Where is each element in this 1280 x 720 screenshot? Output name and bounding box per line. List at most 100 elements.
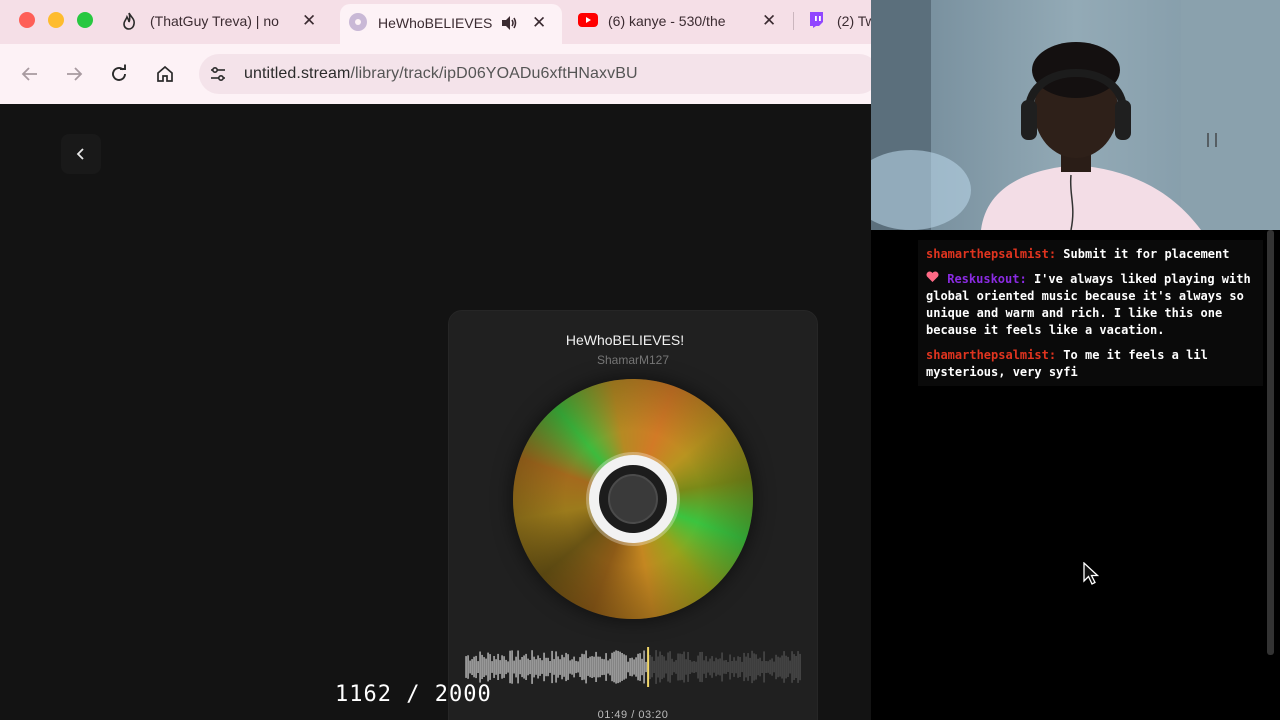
waveform-bar	[577, 661, 579, 673]
back-button[interactable]	[61, 134, 101, 174]
waveform-bar	[799, 653, 801, 681]
waveform-bar	[543, 652, 545, 682]
home-icon[interactable]	[154, 63, 176, 85]
waveform-bar	[673, 661, 675, 673]
chat-username: shamarthepsalmist	[926, 348, 1049, 362]
site-settings-icon[interactable]	[208, 64, 228, 89]
close-icon[interactable]: ✕	[532, 13, 546, 33]
waveform-bar	[733, 657, 735, 677]
waveform-bar	[777, 656, 779, 678]
url-host: untitled.stream	[244, 65, 351, 82]
tab-title: (2) Tw	[837, 13, 871, 29]
waveform-bar	[565, 652, 567, 682]
waveform-bar	[509, 650, 511, 684]
disc-hub	[589, 455, 677, 543]
reload-icon[interactable]	[108, 63, 130, 85]
close-icon[interactable]: ✕	[762, 11, 776, 31]
waveform-bar	[655, 650, 657, 684]
page-content: HeWhoBELIEVES! ShamarM127 01:49 / 03:20	[0, 104, 871, 720]
minimize-window-button[interactable]	[48, 12, 64, 28]
tab-youtube-kanye[interactable]: (6) kanye - 530/the ✕	[570, 4, 790, 38]
waveform-bar	[503, 656, 505, 678]
waveform-bar	[589, 656, 591, 678]
waveform-bar	[477, 661, 479, 673]
waveform-bar	[593, 656, 595, 678]
chat-username: shamarthepsalmist	[926, 247, 1049, 261]
waveform-bar	[757, 658, 759, 676]
waveform-bar	[579, 657, 581, 677]
waveform-bar	[727, 662, 729, 672]
waveform-scrubber[interactable]	[465, 647, 801, 687]
waveform-bar	[527, 658, 529, 676]
waveform-bar	[701, 651, 703, 683]
waveform-bar	[723, 660, 725, 674]
chat-scrollbar[interactable]	[1267, 230, 1274, 655]
waveform-bar	[681, 654, 683, 680]
fire-icon	[121, 12, 137, 33]
waveform-bar	[735, 660, 737, 674]
tab-title: (ThatGuy Treva) | no	[150, 13, 279, 29]
waveform-bar	[625, 655, 627, 679]
waveform-bar	[559, 659, 561, 675]
waveform-bar	[631, 657, 633, 677]
waveform-bar	[581, 653, 583, 681]
waveform-bar	[567, 654, 569, 680]
waveform-bar	[753, 653, 755, 681]
forward-arrow-icon[interactable]	[63, 63, 85, 85]
maximize-window-button[interactable]	[77, 12, 93, 28]
waveform-bar	[465, 656, 467, 678]
close-window-button[interactable]	[19, 12, 35, 28]
waveform-bar	[659, 651, 661, 683]
waveform-bar	[781, 655, 783, 679]
waveform-bar	[707, 661, 709, 673]
url-text: untitled.stream/library/track/ipD06YOADu…	[244, 65, 638, 83]
waveform-bar	[475, 655, 477, 679]
waveform-bar	[547, 657, 549, 677]
waveform-bar	[623, 654, 625, 680]
playhead[interactable]	[647, 647, 650, 687]
address-bar[interactable]: untitled.stream/library/track/ipD06YOADu…	[199, 54, 871, 94]
waveform-bar	[797, 651, 799, 683]
chevron-left-icon	[74, 147, 88, 166]
waveform-bar	[513, 660, 515, 674]
waveform-bar	[619, 651, 621, 683]
waveform-bar	[761, 661, 763, 673]
waveform-bar	[657, 656, 659, 678]
waveform-bar	[469, 660, 471, 674]
waveform-bar	[483, 657, 485, 677]
album-disc	[513, 379, 753, 619]
tab-twitch[interactable]: (2) Tw	[800, 4, 871, 38]
youtube-icon	[578, 13, 598, 30]
waveform-bar	[495, 659, 497, 675]
waveform-bar	[755, 654, 757, 680]
tab-hewhobelieves[interactable]: HeWhoBELIEVES! ✕	[340, 4, 562, 44]
waveform-bar	[529, 660, 531, 675]
tab-title: (6) kanye - 530/the	[608, 13, 726, 29]
waveform-bar	[583, 654, 585, 680]
waveform-bar	[791, 651, 793, 683]
back-arrow-icon[interactable]	[19, 63, 41, 85]
waveform-bar	[697, 655, 699, 679]
waveform-bar	[689, 660, 691, 674]
waveform-bar	[617, 650, 619, 684]
waveform-bar	[493, 656, 495, 678]
waveform-bar	[719, 658, 721, 676]
waveform-bar	[571, 659, 573, 675]
waveform-bar	[693, 661, 695, 673]
speaker-icon[interactable]	[500, 14, 518, 35]
waveform-bar	[473, 656, 475, 678]
waveform-bar	[549, 661, 551, 673]
waveform-bar	[569, 660, 571, 674]
browser-window: (ThatGuy Treva) | no ✕ HeWhoBELIEVES! ✕ …	[0, 0, 871, 720]
tab-thatguy-treva[interactable]: (ThatGuy Treva) | no ✕	[112, 4, 332, 38]
waveform-bar	[779, 657, 781, 677]
track-artist[interactable]: ShamarM127	[449, 353, 817, 367]
waveform-bar	[763, 651, 765, 683]
waveform-bar	[717, 659, 719, 675]
waveform-bar	[703, 660, 705, 674]
waveform-bar	[685, 659, 687, 675]
waveform-bar	[731, 661, 733, 674]
waveform-bar	[721, 652, 723, 682]
waveform-bar	[501, 655, 503, 679]
close-icon[interactable]: ✕	[302, 11, 316, 31]
